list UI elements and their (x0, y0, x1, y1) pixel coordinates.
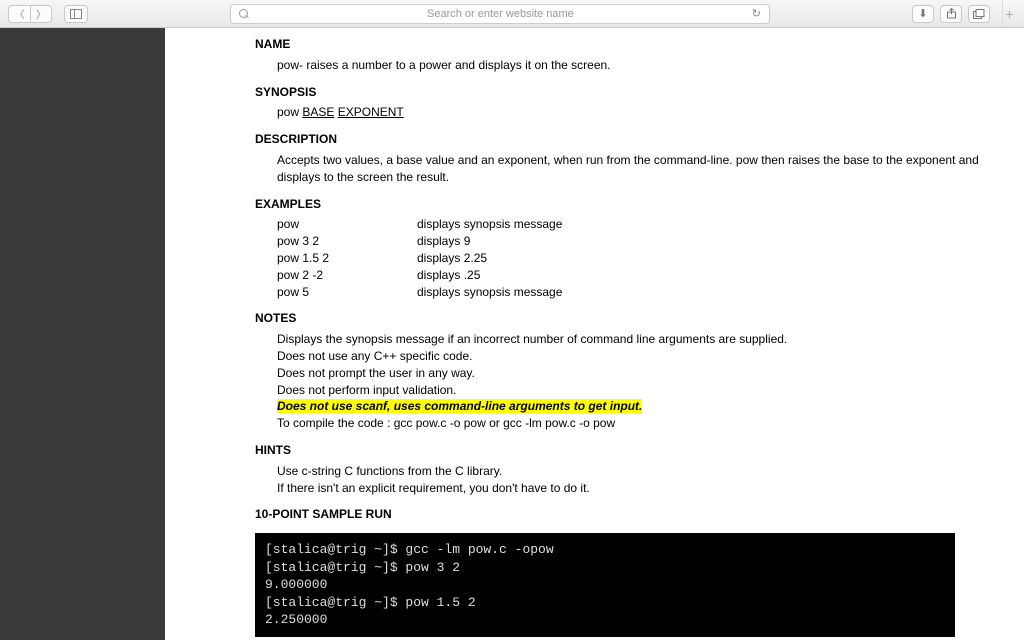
note-highlight-line: Does not use scanf, uses command-line ar… (277, 398, 994, 415)
sidebar-toggle-button[interactable] (64, 5, 88, 23)
heading-notes: NOTES (255, 310, 994, 327)
address-bar-wrap: Search or enter website name ↻ (94, 4, 906, 24)
sidebar-icon (70, 9, 82, 19)
forward-button[interactable]: 〉 (30, 5, 52, 23)
example-out: displays 9 (417, 233, 470, 250)
description-text: Accepts two values, a base value and an … (255, 152, 994, 186)
example-cmd: pow 5 (277, 284, 417, 301)
example-cmd: pow 1.5 2 (277, 250, 417, 267)
example-row: pow 3 2displays 9 (277, 233, 994, 250)
note-line: Does not use any C++ specific code. (277, 348, 994, 365)
address-bar[interactable]: Search or enter website name ↻ (230, 4, 770, 24)
terminal-line: 9.000000 (265, 576, 945, 594)
note-line: Does not prompt the user in any way. (277, 365, 994, 382)
heading-examples: EXAMPLES (255, 196, 994, 213)
reload-icon[interactable]: ↻ (752, 7, 761, 20)
back-button[interactable]: 〈 (8, 5, 30, 23)
example-row: pow 2 -2displays .25 (277, 267, 994, 284)
terminal-line: [stalica@trig ~]$ pow 1.5 2 (265, 594, 945, 612)
note-highlight: Does not use scanf, uses command-line ar… (277, 399, 642, 413)
terminal-output: [stalica@trig ~]$ gcc -lm pow.c -opow [s… (255, 533, 955, 637)
heading-synopsis: SYNOPSIS (255, 84, 994, 101)
browser-toolbar: 〈 〉 Search or enter website name ↻ ⬇ + (0, 0, 1024, 28)
page-margin (165, 28, 195, 640)
new-tab-button[interactable]: + (1002, 0, 1016, 28)
hints-list: Use c-string C functions from the C libr… (255, 463, 994, 497)
document-content: NAME pow- raises a number to a power and… (195, 28, 1024, 640)
note-line: Does not perform input validation. (277, 382, 994, 399)
terminal-line: [stalica@trig ~]$ gcc -lm pow.c -opow (265, 541, 945, 559)
example-out: displays synopsis message (417, 284, 562, 301)
share-button[interactable] (940, 5, 962, 23)
share-icon (946, 8, 957, 19)
search-icon (239, 9, 249, 19)
examples-table: powdisplays synopsis message pow 3 2disp… (255, 216, 994, 300)
note-compile: To compile the code : gcc pow.c -o pow o… (277, 415, 994, 432)
notes-list: Displays the synopsis message if an inco… (255, 331, 994, 432)
terminal-line: 2.250000 (265, 611, 945, 629)
synopsis-exponent: EXPONENT (338, 105, 404, 119)
nav-buttons: 〈 〉 (8, 5, 52, 23)
terminal-line: [stalica@trig ~]$ pow 3 2 (265, 559, 945, 577)
viewport: NAME pow- raises a number to a power and… (0, 28, 1024, 640)
note-line: Displays the synopsis message if an inco… (277, 331, 994, 348)
download-button[interactable]: ⬇ (912, 5, 934, 23)
heading-hints: HINTS (255, 442, 994, 459)
example-out: displays synopsis message (417, 216, 562, 233)
name-text: pow- raises a number to a power and disp… (255, 57, 994, 74)
heading-name: NAME (255, 36, 994, 53)
synopsis-cmd: pow (277, 105, 302, 119)
example-cmd: pow 3 2 (277, 233, 417, 250)
heading-description: DESCRIPTION (255, 131, 994, 148)
heading-sample-run: 10-POINT SAMPLE RUN (255, 506, 994, 523)
hint-line: Use c-string C functions from the C libr… (277, 463, 994, 480)
example-out: displays 2.25 (417, 250, 487, 267)
hint-line: If there isn't an explicit requirement, … (277, 480, 994, 497)
synopsis-line: pow BASE EXPONENT (255, 104, 994, 121)
toolbar-right: ⬇ (912, 5, 990, 23)
synopsis-base: BASE (302, 105, 334, 119)
left-gutter (0, 28, 165, 640)
tabs-icon (973, 9, 985, 19)
example-row: powdisplays synopsis message (277, 216, 994, 233)
example-cmd: pow 2 -2 (277, 267, 417, 284)
tabs-button[interactable] (968, 5, 990, 23)
example-row: pow 1.5 2displays 2.25 (277, 250, 994, 267)
address-placeholder: Search or enter website name (255, 8, 746, 20)
example-out: displays .25 (417, 267, 480, 284)
example-row: pow 5displays synopsis message (277, 284, 994, 301)
example-cmd: pow (277, 216, 417, 233)
